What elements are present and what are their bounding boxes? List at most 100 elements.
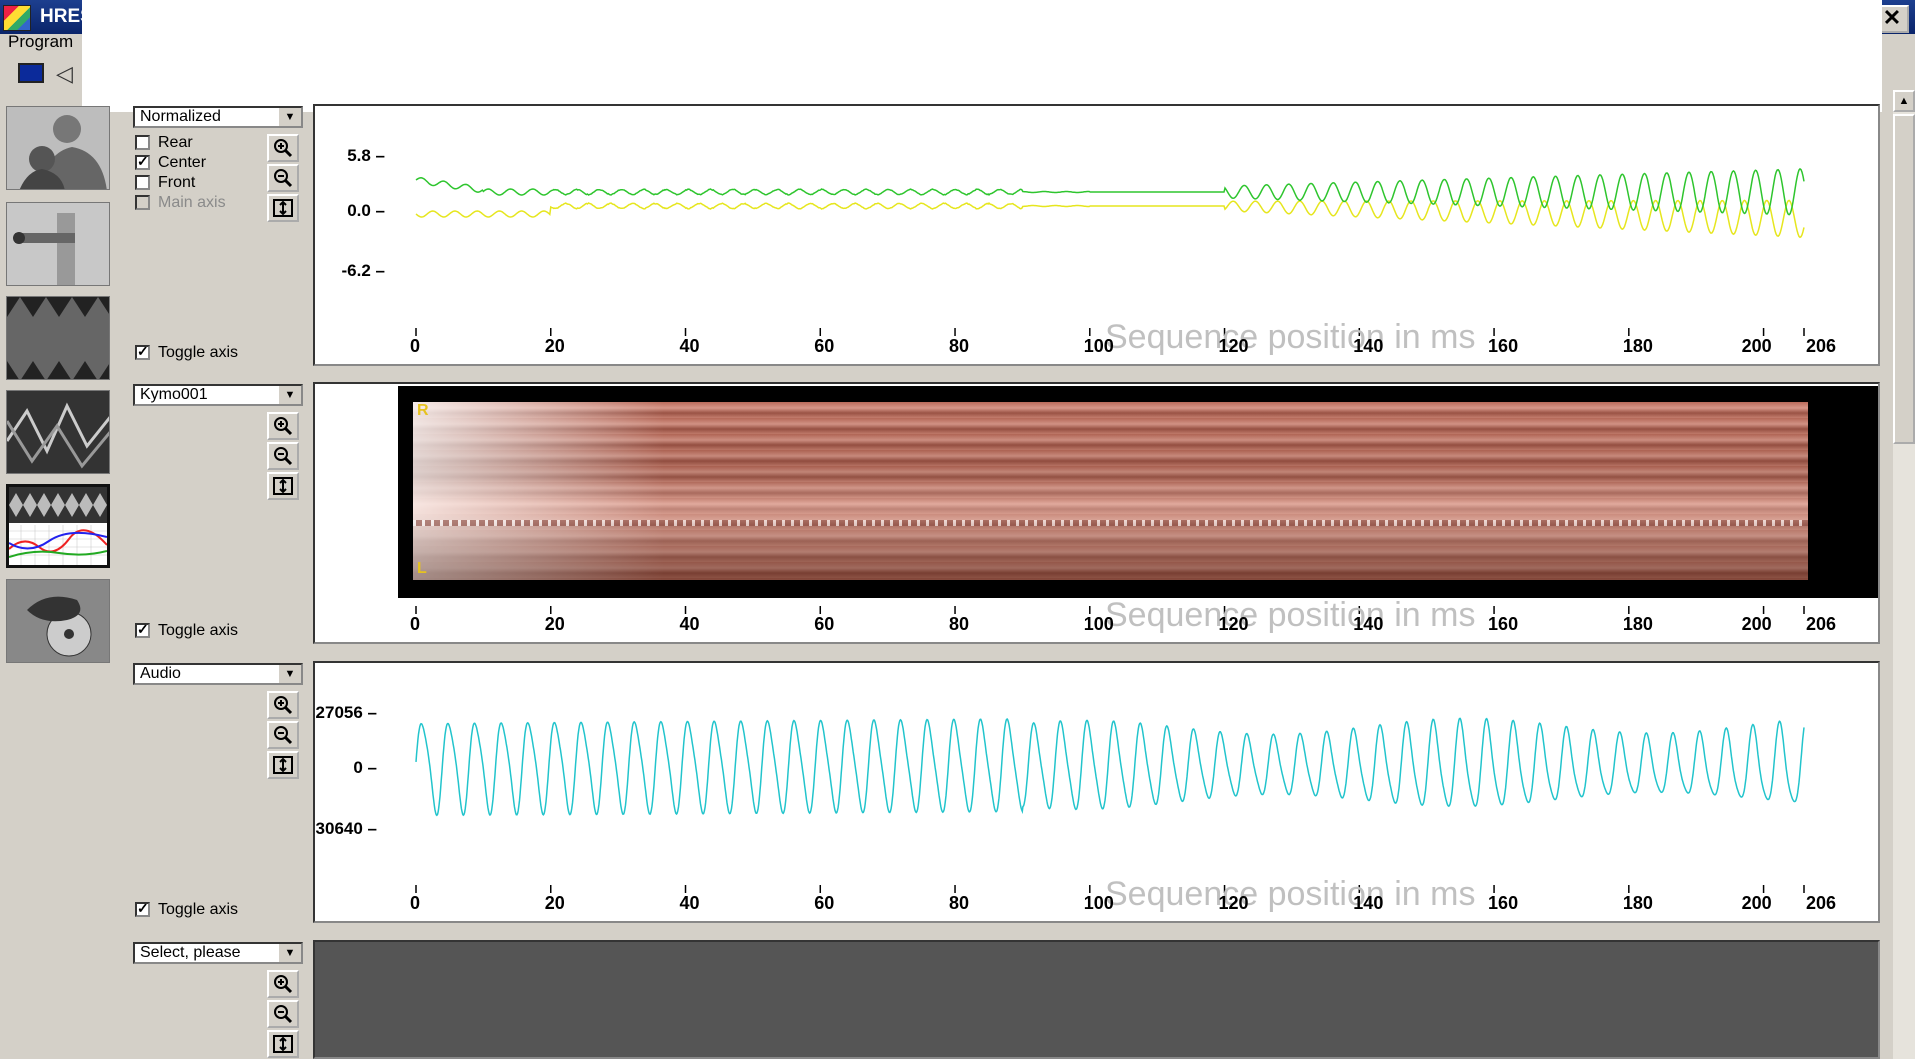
x-tick-label: 160 [1488, 614, 1518, 635]
thumbnail-waveforms[interactable] [6, 390, 110, 474]
zoom-in-icon [272, 974, 294, 994]
x-tick-label: 206 [1806, 893, 1836, 914]
scroll-thumb[interactable] [1893, 114, 1915, 444]
checkbox-box[interactable] [135, 345, 150, 360]
checkbox-box[interactable] [135, 155, 150, 170]
chevron-down-icon[interactable]: ▼ [277, 944, 301, 962]
x-tick-label: 100 [1084, 336, 1114, 357]
empty-plot[interactable] [313, 940, 1880, 1059]
zoom-in-button[interactable] [267, 970, 299, 998]
toolbar: ◁ [0, 58, 82, 88]
x-tick-label: 100 [1084, 614, 1114, 635]
panel-controls: Kymo001 ▼ Toggle axis [125, 382, 309, 644]
checkbox-label: Toggle axis [158, 344, 238, 361]
x-tick-label: 200 [1742, 336, 1772, 357]
audio-trace [416, 718, 1804, 815]
x-tick-label: 60 [814, 614, 834, 635]
menu-program[interactable]: Program [8, 32, 73, 52]
vertical-scrollbar[interactable]: ▲ [1893, 90, 1915, 1059]
fit-vertical-button[interactable] [267, 472, 299, 500]
panel-normalized: Normalized▼ Rear Center Front Main axis … [125, 104, 1890, 366]
checkbox-box[interactable] [135, 135, 150, 150]
speaker-icon[interactable]: ◁ [56, 61, 73, 87]
signal-select-value: Kymo001 [140, 386, 208, 403]
checkbox-center[interactable]: Center [135, 154, 206, 174]
x-tick-label: 180 [1623, 614, 1653, 635]
x-axis-label: Sequence position in ms [1105, 875, 1475, 914]
checkbox-label: Main axis [158, 194, 226, 211]
checkbox-box[interactable] [135, 623, 150, 638]
x-tick-label: 200 [1742, 893, 1772, 914]
monitor-icon[interactable] [18, 63, 44, 83]
signal-select[interactable]: Normalized ▼ [133, 106, 303, 128]
x-tick-label: 206 [1806, 614, 1836, 635]
kymogram-plot[interactable]: R L Sequence position in ms 0 20 40 60 80 100… [313, 382, 1880, 644]
yellow-trace [416, 200, 1804, 237]
zoom-in-button[interactable] [267, 691, 299, 719]
x-tick-label: 0 [410, 614, 420, 635]
x-tick-label: 80 [949, 336, 969, 357]
zoom-out-button[interactable] [267, 164, 299, 192]
fit-vertical-button[interactable] [267, 751, 299, 779]
app-icon [3, 5, 31, 31]
checkbox-box[interactable] [135, 175, 150, 190]
checkbox-box[interactable] [135, 902, 150, 917]
thumbnail-patient[interactable] [6, 106, 110, 190]
kymogram-axis [315, 384, 1880, 644]
normalized-traces [315, 106, 1880, 366]
zoom-in-icon [272, 695, 294, 715]
x-tick-label: 20 [545, 336, 565, 357]
zoom-out-button[interactable] [267, 442, 299, 470]
normalized-plot[interactable]: 5.8 – 0.0 – -6.2 – Sequence position in … [313, 104, 1880, 366]
checkbox-rear[interactable]: Rear [135, 134, 193, 154]
x-tick-label: 160 [1488, 336, 1518, 357]
checkbox-front[interactable]: Front [135, 174, 195, 194]
fit-vertical-button[interactable] [267, 1030, 299, 1058]
x-tick-label: 160 [1488, 893, 1518, 914]
x-tick-label: 140 [1353, 893, 1383, 914]
thumbnail-analysis[interactable] [6, 484, 110, 568]
signal-select[interactable]: Audio ▼ [133, 663, 303, 685]
x-tick-label: 206 [1806, 336, 1836, 357]
thumbnail-endoscope[interactable] [6, 202, 110, 286]
chevron-down-icon[interactable]: ▼ [277, 665, 301, 683]
chevron-down-icon[interactable]: ▼ [277, 386, 301, 404]
panel-controls: Select, please ▼ [125, 940, 309, 1059]
zoom-out-icon [272, 168, 294, 188]
scroll-up-button[interactable]: ▲ [1893, 90, 1915, 112]
x-tick-label: 0 [410, 336, 420, 357]
chevron-down-icon[interactable]: ▼ [277, 108, 301, 126]
checkbox-label: Front [158, 174, 195, 191]
signal-select[interactable]: Select, please ▼ [133, 942, 303, 964]
toggle-axis-checkbox[interactable]: Toggle axis [135, 901, 238, 921]
x-axis-label: Sequence position in ms [1105, 318, 1475, 357]
x-tick-label: 140 [1353, 336, 1383, 357]
signal-select[interactable]: Kymo001 ▼ [133, 384, 303, 406]
x-tick-label: 100 [1084, 893, 1114, 914]
panel-controls: Audio ▼ Toggle axis [125, 661, 309, 923]
zoom-in-button[interactable] [267, 412, 299, 440]
zoom-out-icon [272, 725, 294, 745]
x-tick-label: 180 [1623, 336, 1653, 357]
thumbnail-kymogram[interactable] [6, 296, 110, 380]
x-tick-label: 60 [814, 893, 834, 914]
zoom-out-icon [272, 446, 294, 466]
x-tick-label: 80 [949, 614, 969, 635]
checkbox-label: Center [158, 154, 206, 171]
zoom-out-button[interactable] [267, 721, 299, 749]
toggle-axis-checkbox[interactable]: Toggle axis [135, 344, 238, 364]
x-tick-label: 200 [1742, 614, 1772, 635]
zoom-out-button[interactable] [267, 1000, 299, 1028]
zoom-in-icon [272, 138, 294, 158]
fit-vertical-button[interactable] [267, 194, 299, 222]
x-tick-label: 120 [1219, 336, 1249, 357]
x-axis-label: Sequence position in ms [1105, 596, 1475, 635]
zoom-in-button[interactable] [267, 134, 299, 162]
x-tick-label: 140 [1353, 614, 1383, 635]
zoom-out-icon [272, 1004, 294, 1024]
fit-vertical-icon [272, 1034, 294, 1054]
thumbnail-archive[interactable] [6, 579, 110, 663]
signal-select-value: Audio [140, 665, 181, 682]
toggle-axis-checkbox[interactable]: Toggle axis [135, 622, 238, 642]
audio-plot[interactable]: 27056 – 0 – -30640 – Sequence position i… [313, 661, 1880, 923]
